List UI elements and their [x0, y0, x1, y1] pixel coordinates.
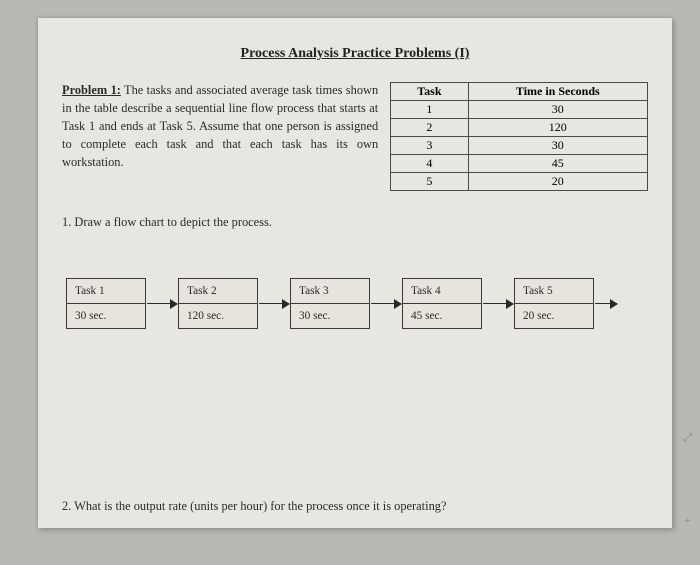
expand-icon[interactable]: ⤢: [680, 431, 694, 445]
cell-time: 30: [468, 137, 647, 155]
cell-task: 1: [391, 101, 468, 119]
cell-task: 4: [391, 155, 468, 173]
flow-box-2: Task 2 120 sec.: [178, 278, 258, 329]
flow-time: 45 sec.: [403, 304, 481, 328]
cell-time: 30: [468, 101, 647, 119]
flow-name: Task 2: [179, 279, 257, 304]
flow-chart: Task 1 30 sec. Task 2 120 sec. Task 3 30…: [66, 278, 648, 329]
flow-time: 30 sec.: [67, 304, 145, 328]
table-row: 1 30: [391, 101, 648, 119]
flow-name: Task 3: [291, 279, 369, 304]
flow-time: 120 sec.: [179, 304, 257, 328]
flow-time: 20 sec.: [515, 304, 593, 328]
flow-name: Task 1: [67, 279, 145, 304]
problem-paragraph: Problem 1: The tasks and associated aver…: [62, 82, 378, 172]
table-header-row: Task Time in Seconds: [391, 83, 648, 101]
flow-box-3: Task 3 30 sec.: [290, 278, 370, 329]
arrow-icon: [147, 303, 177, 304]
document-page: Process Analysis Practice Problems (I) P…: [38, 18, 672, 528]
col-time: Time in Seconds: [468, 83, 647, 101]
table-row: 4 45: [391, 155, 648, 173]
flow-name: Task 5: [515, 279, 593, 304]
question-1: 1. Draw a flow chart to depict the proce…: [62, 215, 648, 230]
cell-time: 20: [468, 173, 647, 191]
arrow-icon: [483, 303, 513, 304]
flow-box-5: Task 5 20 sec.: [514, 278, 594, 329]
cell-time: 120: [468, 119, 647, 137]
cell-task: 3: [391, 137, 468, 155]
plus-icon[interactable]: +: [680, 513, 694, 527]
flow-time: 30 sec.: [291, 304, 369, 328]
flow-box-4: Task 4 45 sec.: [402, 278, 482, 329]
col-task: Task: [391, 83, 468, 101]
flow-name: Task 4: [403, 279, 481, 304]
table-row: 3 30: [391, 137, 648, 155]
task-time-table: Task Time in Seconds 1 30 2 120 3 30 4 4…: [390, 82, 648, 191]
flow-box-1: Task 1 30 sec.: [66, 278, 146, 329]
arrow-icon: [595, 303, 617, 304]
question-2: 2. What is the output rate (units per ho…: [62, 499, 446, 514]
arrow-icon: [371, 303, 401, 304]
table-row: 5 20: [391, 173, 648, 191]
table-row: 2 120: [391, 119, 648, 137]
cell-task: 2: [391, 119, 468, 137]
arrow-icon: [259, 303, 289, 304]
top-row: Problem 1: The tasks and associated aver…: [62, 82, 648, 191]
problem-label: Problem 1:: [62, 83, 121, 97]
cell-time: 45: [468, 155, 647, 173]
page-title: Process Analysis Practice Problems (I): [62, 46, 648, 62]
cell-task: 5: [391, 173, 468, 191]
